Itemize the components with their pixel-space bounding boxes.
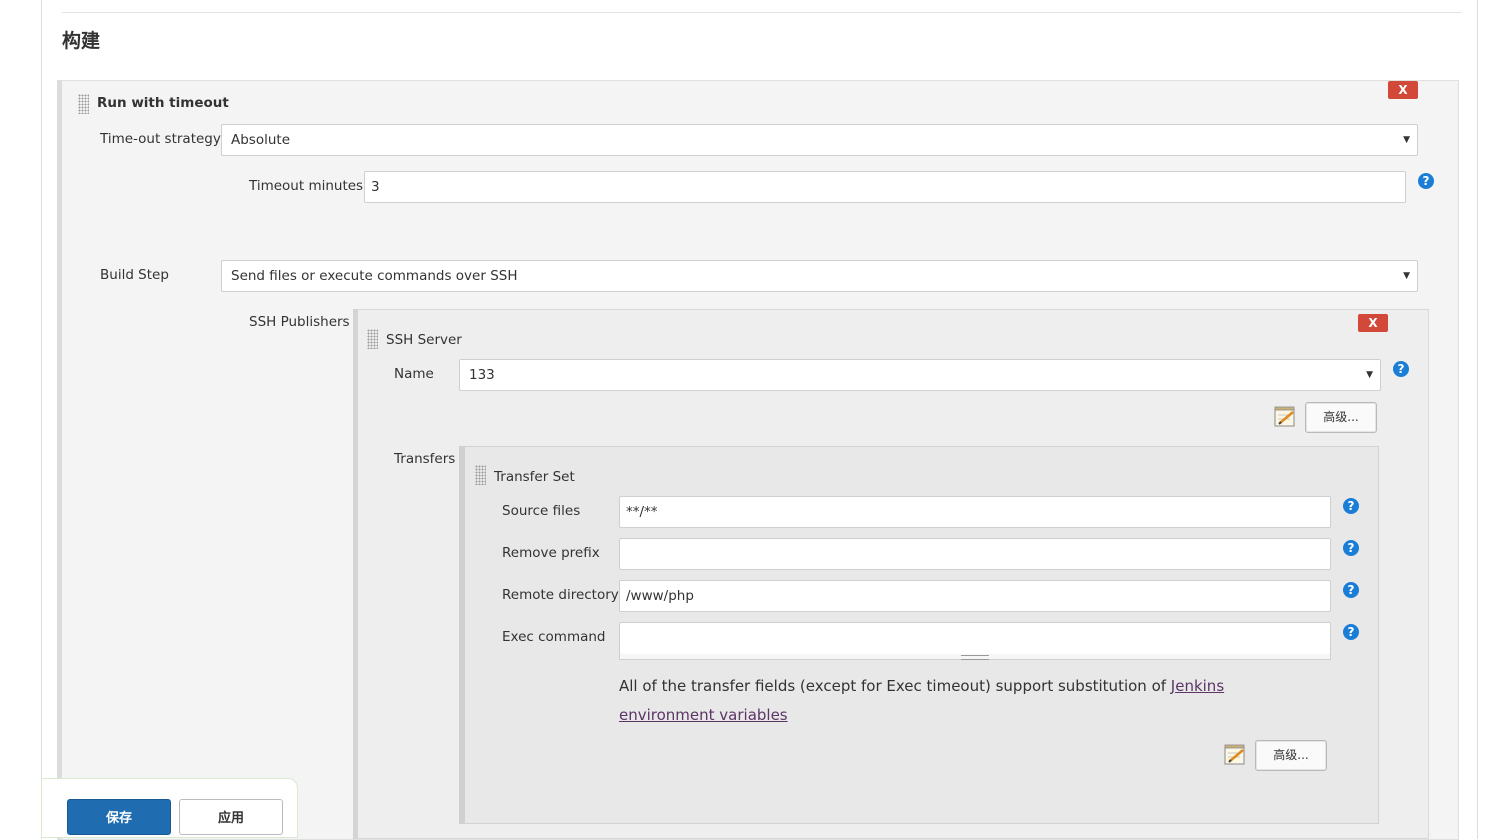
ssh-name-value: 133 (469, 367, 495, 383)
resize-grip-icon[interactable] (961, 655, 989, 660)
select-caret-icon: ▼ (1403, 135, 1410, 145)
timeout-strategy-label: Time-out strategy (100, 131, 221, 147)
ssh-publishers-label: SSH Publishers (249, 314, 350, 330)
drag-handle-icon[interactable] (367, 329, 378, 349)
remote-directory-input[interactable]: /www/php (619, 580, 1331, 612)
ssh-server-title: SSH Server (386, 332, 462, 348)
build-step-value: Send files or execute commands over SSH (231, 268, 518, 284)
timeout-minutes-input[interactable]: 3 (364, 171, 1406, 203)
help-icon[interactable]: ? (1418, 173, 1434, 189)
help-icon[interactable]: ? (1343, 624, 1359, 640)
remove-prefix-input[interactable] (619, 538, 1331, 570)
timeout-strategy-value: Absolute (231, 132, 291, 148)
transfer-info-text: All of the transfer fields (except for E… (619, 672, 1319, 730)
notepad-edit-icon[interactable] (1224, 744, 1247, 766)
delete-ssh-server-button[interactable]: X (1358, 314, 1388, 332)
help-icon[interactable]: ? (1343, 498, 1359, 514)
section-title: 构建 (62, 30, 101, 52)
transfer-set-title: Transfer Set (494, 469, 575, 485)
exec-command-textarea[interactable] (619, 622, 1331, 655)
timeout-minutes-label: Timeout minutes (249, 178, 364, 194)
timeout-strategy-select[interactable]: Absolute ▼ (221, 124, 1418, 156)
drag-handle-icon[interactable] (475, 465, 486, 485)
source-files-input[interactable]: **/** (619, 496, 1331, 528)
run-with-timeout-title: Run with timeout (97, 95, 229, 111)
transfer-advanced-button[interactable]: 高级... (1255, 740, 1327, 771)
help-icon[interactable]: ? (1343, 540, 1359, 556)
ssh-name-select[interactable]: 133 ▼ (459, 359, 1381, 391)
build-step-select[interactable]: Send files or execute commands over SSH … (221, 260, 1418, 292)
section-divider (62, 12, 1462, 13)
notepad-edit-icon[interactable] (1274, 406, 1297, 428)
apply-button[interactable]: 应用 (179, 799, 283, 835)
save-button[interactable]: 保存 (67, 799, 171, 835)
ssh-name-label: Name (394, 366, 434, 382)
remove-prefix-label: Remove prefix (502, 545, 600, 561)
build-step-label: Build Step (100, 267, 169, 283)
drag-handle-icon[interactable] (78, 94, 89, 114)
ssh-advanced-button[interactable]: 高级... (1305, 402, 1377, 433)
transfers-label: Transfers (394, 451, 456, 467)
source-files-label: Source files (502, 503, 581, 519)
exec-command-label: Exec command (502, 629, 606, 645)
help-icon[interactable]: ? (1393, 361, 1409, 377)
transfer-info-message: All of the transfer fields (except for E… (619, 677, 1171, 695)
help-icon[interactable]: ? (1343, 582, 1359, 598)
remote-directory-label: Remote directory (502, 587, 619, 603)
select-caret-icon: ▼ (1366, 370, 1373, 380)
select-caret-icon: ▼ (1403, 271, 1410, 281)
delete-timeout-button[interactable]: X (1388, 81, 1418, 99)
